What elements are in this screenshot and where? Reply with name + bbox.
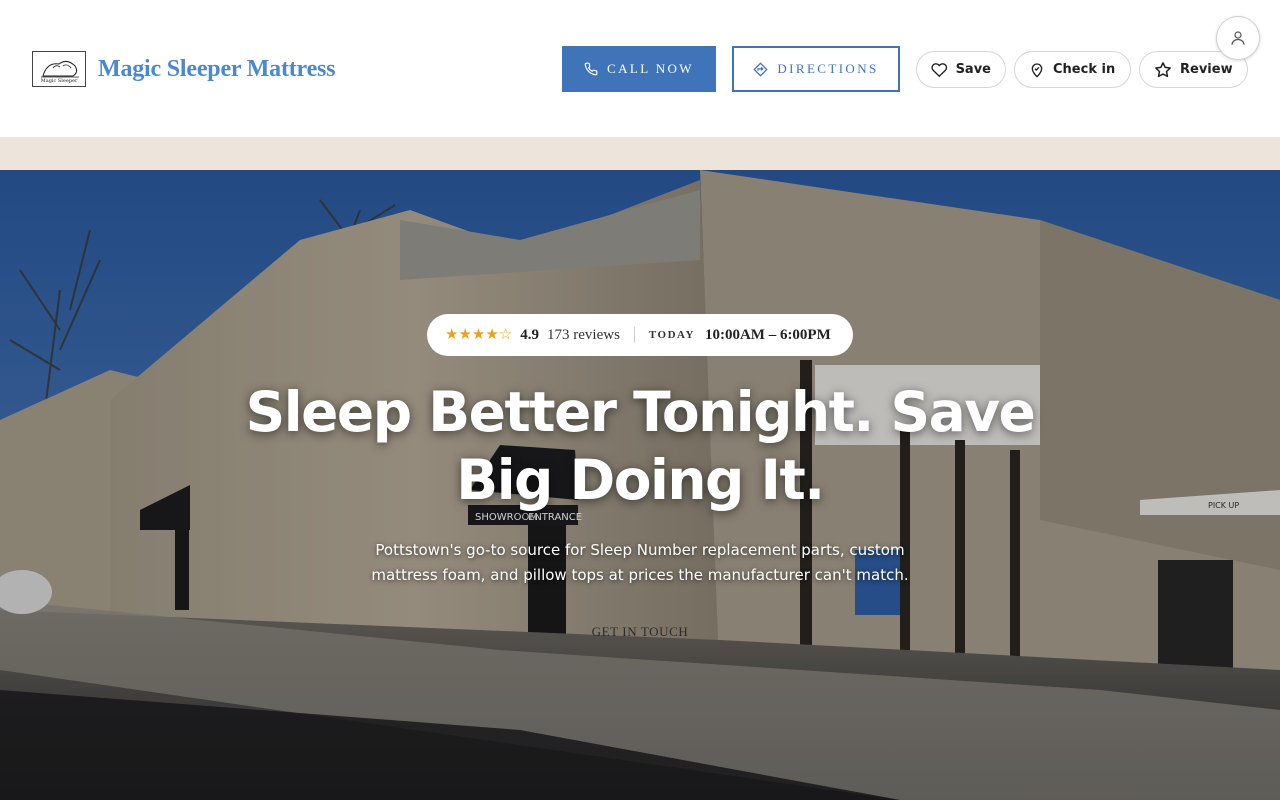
hours-value: 10:00AM – 6:00PM — [704, 326, 831, 343]
review-count[interactable]: 173 reviews — [547, 327, 620, 344]
call-now-label: CALL NOW — [607, 61, 694, 76]
directions-icon — [753, 61, 768, 77]
site-header: Magic Sleeper Magic Sleeper Mattress CAL… — [0, 0, 1280, 138]
rating-hours-pill[interactable]: ★ ★ ★ ★ ☆ 4.9 173 reviews TODAY 10:00AM … — [427, 314, 853, 356]
phone-icon — [584, 62, 598, 76]
today-label: TODAY — [648, 329, 695, 341]
hero-section: SHOWROOM ENTRANCE PICK UP ★ ★ ★ ★ ☆ 4.9 … — [0, 170, 1280, 800]
star-full-icon: ★ — [445, 326, 459, 343]
brand[interactable]: Magic Sleeper Magic Sleeper Mattress — [32, 51, 336, 87]
rating-stars: ★ ★ ★ ★ ☆ — [445, 326, 513, 343]
star-full-icon: ★ — [458, 326, 472, 343]
star-empty-icon: ☆ — [498, 326, 513, 343]
directions-button[interactable]: DIRECTIONS — [732, 46, 900, 92]
location-pin-icon — [1031, 62, 1043, 78]
save-label: Save — [955, 62, 991, 77]
hero-subtext: Pottstown's go-to source for Sleep Numbe… — [371, 541, 909, 584]
review-label: Review — [1180, 62, 1233, 77]
hero-headline: Sleep Better Tonight. Save Big Doing It. — [245, 380, 1036, 512]
rating-value: 4.9 — [520, 326, 540, 343]
logo-wordmark: Magic Sleeper — [40, 78, 78, 84]
brand-logo[interactable]: Magic Sleeper — [32, 51, 86, 87]
directions-label: DIRECTIONS — [777, 61, 879, 76]
star-full-icon: ★ — [485, 326, 499, 343]
divider — [633, 327, 635, 343]
get-in-touch-link[interactable]: GET IN TOUCH — [540, 624, 740, 640]
header-band — [0, 138, 1280, 170]
check-in-label: Check in — [1053, 62, 1116, 77]
heart-icon — [931, 62, 948, 77]
brand-name[interactable]: Magic Sleeper Mattress — [98, 56, 336, 83]
account-button[interactable] — [1216, 16, 1260, 60]
star-icon — [1155, 61, 1171, 77]
check-in-button[interactable]: Check in — [1014, 51, 1131, 88]
star-full-icon: ★ — [471, 326, 486, 343]
save-button[interactable]: Save — [916, 51, 1006, 88]
user-icon — [1231, 31, 1245, 45]
call-now-button[interactable]: CALL NOW — [562, 46, 716, 92]
